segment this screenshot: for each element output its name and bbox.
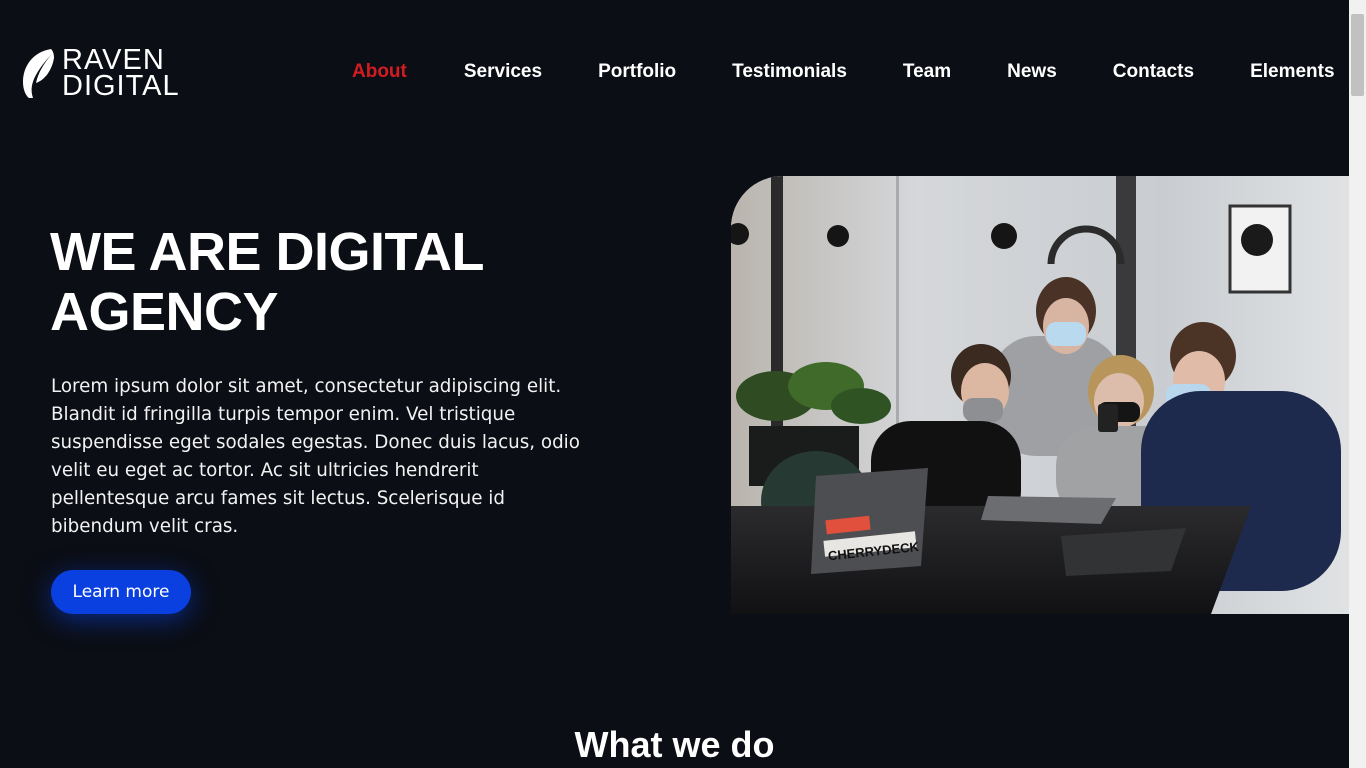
hero-title: WE ARE DIGITAL AGENCY — [50, 222, 670, 342]
section-title-what-we-do: What we do — [574, 724, 775, 765]
nav-link-about[interactable]: About — [352, 61, 407, 83]
hero-description: Lorem ipsum dolor sit amet, consectetur … — [51, 376, 580, 537]
page: RAVEN DIGITAL About Services Portfolio T… — [0, 0, 1366, 768]
nav-link-portfolio[interactable]: Portfolio — [598, 61, 676, 83]
scrollbar-thumb[interactable] — [1351, 14, 1364, 96]
main-navigation: About Services Portfolio Testimonials Te… — [352, 61, 1335, 83]
site-logo[interactable]: RAVEN DIGITAL — [21, 46, 180, 102]
logo-line-2: DIGITAL — [62, 70, 180, 102]
nav-link-services[interactable]: Services — [464, 61, 542, 83]
nav-link-news[interactable]: News — [1007, 61, 1057, 83]
learn-more-button[interactable]: Learn more — [51, 570, 191, 614]
page-scrollbar[interactable] — [1349, 0, 1366, 768]
nav-link-contacts[interactable]: Contacts — [1113, 61, 1194, 83]
nav-link-testimonials[interactable]: Testimonials — [732, 61, 847, 83]
nav-link-elements[interactable]: Elements — [1250, 61, 1334, 83]
hero-team-photo: CHERRYDECK — [731, 176, 1349, 614]
hero-title-line-1: WE ARE DIGITAL — [50, 222, 484, 282]
feather-icon — [23, 49, 54, 98]
logo-wordmark: RAVEN DIGITAL — [62, 46, 180, 102]
hero-title-line-2: AGENCY — [50, 282, 279, 342]
nav-link-team[interactable]: Team — [903, 61, 951, 83]
team-photo-illustration: CHERRYDECK — [731, 176, 1349, 614]
